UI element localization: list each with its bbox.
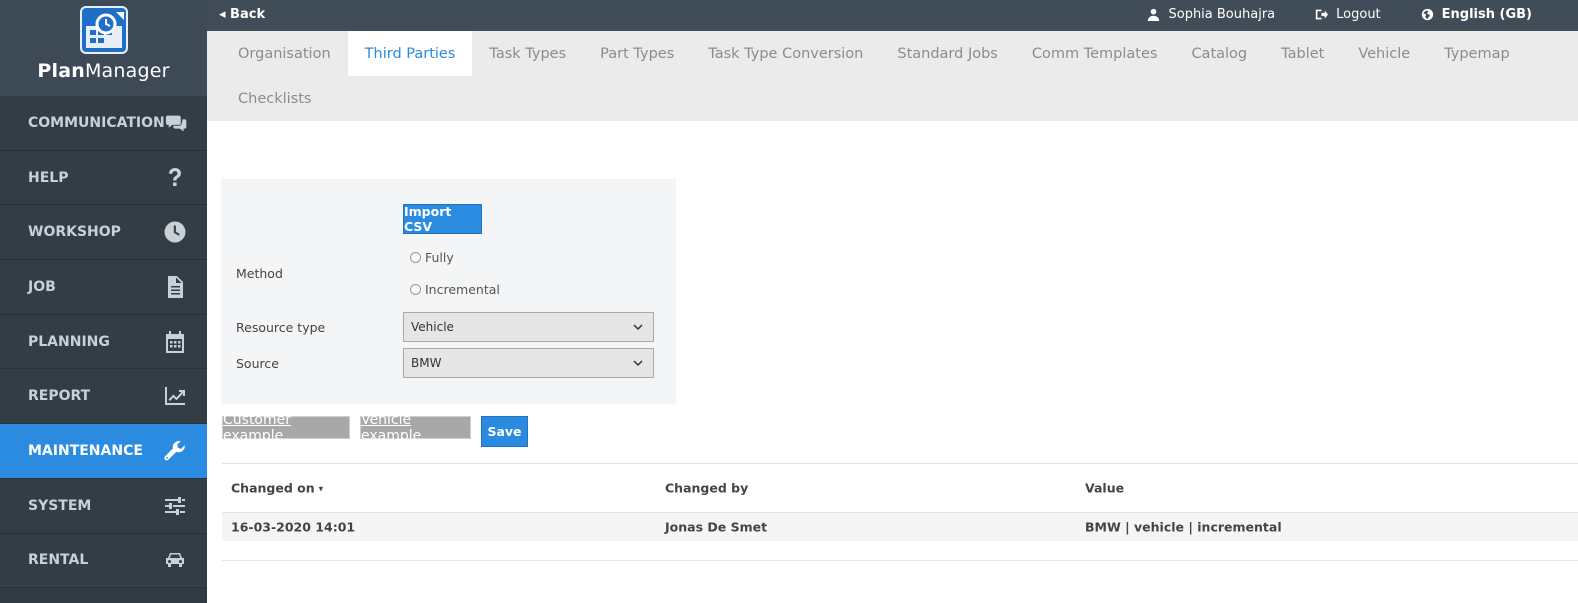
sidebar-item-report[interactable]: REPORT	[0, 369, 207, 425]
top-bar: ◂ Back Sophia Bouhajra Logout English (G…	[207, 0, 1578, 31]
radio-label: Incremental	[425, 282, 500, 297]
tab-task-type-conversion[interactable]: Task Type Conversion	[691, 31, 880, 76]
sort-desc-icon: ▾	[318, 484, 324, 495]
chart-icon	[165, 387, 185, 406]
save-button[interactable]: Save	[481, 416, 528, 447]
sidebar-item-planning[interactable]: PLANNING	[0, 314, 207, 370]
chat-icon	[165, 115, 187, 132]
tab-comm-templates[interactable]: Comm Templates	[1015, 31, 1175, 76]
table-header: Changed on ▾ Changed by Value	[222, 463, 1578, 513]
tab-checklists[interactable]: Checklists	[221, 76, 328, 121]
language-label: English (GB)	[1441, 7, 1532, 22]
sidebar-item-label: SYSTEM	[28, 497, 92, 514]
history-table: Changed on ▾ Changed by Value 16-03-2020 …	[222, 463, 1578, 561]
resource-type-label: Resource type	[236, 320, 326, 335]
method-radio-incremental[interactable]: Incremental	[410, 282, 500, 297]
clock-icon	[164, 221, 186, 243]
sidebar-item-workshop[interactable]: WORKSHOP	[0, 205, 207, 261]
import-csv-button[interactable]: Import CSV	[403, 204, 482, 234]
logout-icon	[1315, 9, 1329, 20]
source-select[interactable]: BMW	[403, 348, 654, 378]
sidebar-item-maintenance[interactable]: MAINTENANCE	[0, 424, 207, 479]
tab-standard-jobs[interactable]: Standard Jobs	[880, 31, 1014, 76]
question-icon	[168, 167, 181, 186]
back-link[interactable]: ◂ Back	[219, 7, 265, 22]
logo-text-rest: Manager	[84, 60, 170, 82]
method-radio-fully[interactable]: Fully	[410, 250, 454, 265]
app-logo[interactable]: PlanManager	[0, 0, 207, 96]
sidebar-item-label: RENTAL	[28, 552, 89, 569]
tab-organisation[interactable]: Organisation	[221, 31, 348, 76]
column-header-changed-on[interactable]: Changed on ▾	[231, 481, 323, 496]
sidebar-item-label: JOB	[28, 278, 56, 295]
top-bar-actions: Sophia Bouhajra Logout English (GB)	[1147, 7, 1532, 22]
cell-changed-on: 16-03-2020 14:01	[231, 519, 356, 535]
logout-label: Logout	[1336, 7, 1381, 22]
source-value: BMW	[411, 356, 442, 370]
sidebar-item-label: PLANNING	[28, 333, 110, 350]
column-header-changed-by[interactable]: Changed by	[665, 481, 748, 496]
tab-vehicle[interactable]: Vehicle	[1341, 31, 1427, 76]
sidebar-item-label: REPORT	[28, 388, 91, 405]
radio-label: Fully	[425, 250, 454, 265]
language-selector[interactable]: English (GB)	[1421, 7, 1532, 22]
calendar-icon	[166, 330, 184, 353]
maintenance-tabs: Organisation Third Parties Task Types Pa…	[207, 31, 1578, 121]
tab-typemap[interactable]: Typemap	[1427, 31, 1527, 76]
table-row: 16-03-2020 14:01 Jonas De Smet BMW | veh…	[222, 513, 1578, 541]
source-label: Source	[236, 356, 279, 371]
sidebar-item-label: MAINTENANCE	[28, 442, 143, 459]
sidebar-item-label: COMMUNICATION	[28, 114, 165, 131]
logout-button[interactable]: Logout	[1315, 7, 1381, 22]
sidebar-item-rental[interactable]: RENTAL	[0, 533, 207, 589]
logo-text-bold: Plan	[37, 60, 85, 82]
tab-third-parties[interactable]: Third Parties	[347, 31, 473, 76]
chevron-down-icon	[633, 324, 643, 331]
car-icon	[166, 553, 184, 568]
wrench-icon	[164, 440, 185, 461]
import-form-panel: Import CSV Method Fully Incremental Reso…	[221, 179, 676, 404]
tab-part-types[interactable]: Part Types	[583, 31, 691, 76]
sidebar-item-label: HELP	[28, 169, 69, 186]
user-icon	[1148, 8, 1160, 21]
tab-tablet[interactable]: Tablet	[1264, 31, 1341, 76]
vehicle-example-button[interactable]: Vehicle example	[360, 412, 471, 444]
chevron-down-icon	[633, 360, 643, 367]
tab-catalog[interactable]: Catalog	[1174, 31, 1264, 76]
sidebar-item-help[interactable]: HELP	[0, 150, 207, 206]
sliders-icon	[165, 496, 185, 515]
user-menu[interactable]: Sophia Bouhajra	[1147, 7, 1275, 22]
cell-value: BMW | vehicle | incremental	[1085, 519, 1282, 535]
sidebar-item-job[interactable]: JOB	[0, 260, 207, 315]
tab-task-types[interactable]: Task Types	[472, 31, 583, 76]
resource-type-value: Vehicle	[411, 320, 454, 334]
planmanager-logo-icon	[79, 6, 128, 54]
cell-changed-by: Jonas De Smet	[665, 519, 768, 535]
column-header-label: Changed on	[231, 480, 315, 496]
sidebar-item-label: WORKSHOP	[28, 224, 121, 241]
sidebar-item-system[interactable]: SYSTEM	[0, 478, 207, 534]
method-label: Method	[236, 266, 283, 281]
table-footer-spacer	[222, 541, 1578, 561]
column-header-value[interactable]: Value	[1085, 481, 1124, 496]
sidebar: PlanManager COMMUNICATION HELP WORKSHOP …	[0, 0, 207, 603]
radio-button[interactable]	[410, 284, 421, 295]
customer-example-button[interactable]: Customer example	[222, 412, 350, 444]
user-name: Sophia Bouhajra	[1168, 7, 1276, 22]
globe-icon	[1421, 8, 1433, 21]
document-icon	[168, 275, 183, 298]
sidebar-item-communication[interactable]: COMMUNICATION	[0, 96, 207, 151]
resource-type-select[interactable]: Vehicle	[403, 312, 654, 342]
radio-button[interactable]	[410, 252, 421, 263]
